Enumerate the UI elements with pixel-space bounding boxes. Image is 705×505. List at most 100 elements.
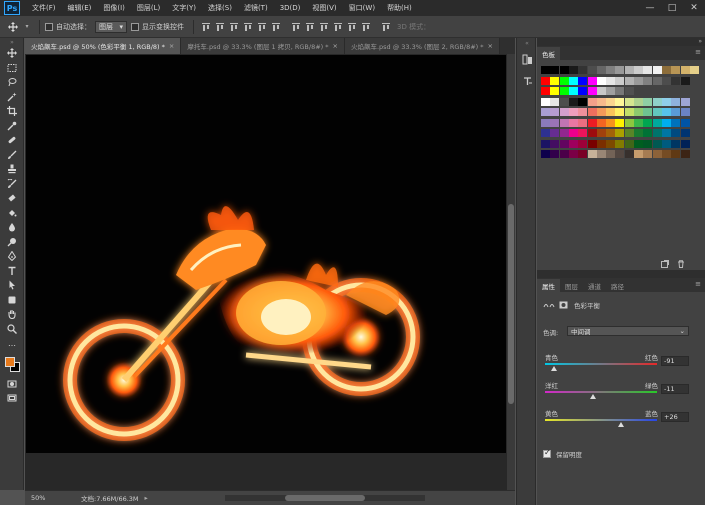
- slider-thumb[interactable]: [618, 422, 625, 427]
- color-swatch[interactable]: [680, 139, 690, 148]
- slider-value-field[interactable]: -11: [661, 384, 689, 394]
- magic-wand-tool-icon[interactable]: [0, 90, 24, 105]
- color-swatch[interactable]: [541, 76, 550, 85]
- color-swatch[interactable]: [624, 76, 634, 85]
- color-swatch[interactable]: [634, 66, 643, 74]
- layer-mask-icon[interactable]: [559, 301, 568, 309]
- panel-menu-icon[interactable]: ≡: [695, 280, 701, 288]
- align-bottom-icon[interactable]: [229, 22, 239, 32]
- close-icon[interactable]: ×: [333, 42, 338, 50]
- color-swatch[interactable]: [578, 150, 588, 158]
- color-swatch[interactable]: [559, 139, 569, 148]
- color-swatch[interactable]: [541, 108, 550, 116]
- color-swatch[interactable]: [643, 76, 653, 85]
- slider-track[interactable]: [545, 391, 657, 393]
- screen-mode-icon[interactable]: [0, 391, 24, 406]
- color-swatch[interactable]: [634, 129, 643, 137]
- auto-align-icon[interactable]: [381, 22, 391, 32]
- color-swatch[interactable]: [661, 97, 671, 106]
- color-swatch[interactable]: [578, 129, 588, 137]
- color-swatch[interactable]: [578, 76, 588, 85]
- close-icon[interactable]: ×: [169, 42, 174, 50]
- color-swatch[interactable]: [541, 129, 550, 137]
- color-swatch[interactable]: [578, 118, 588, 127]
- color-swatch[interactable]: [596, 87, 606, 95]
- paint-bucket-tool-icon[interactable]: [0, 206, 24, 221]
- blur-tool-icon[interactable]: [0, 220, 24, 235]
- horizontal-scrollbar[interactable]: [225, 495, 425, 501]
- color-swatch[interactable]: [541, 87, 550, 95]
- color-swatch[interactable]: [680, 129, 690, 137]
- scrollbar-thumb[interactable]: [508, 204, 514, 404]
- color-swatch[interactable]: [568, 97, 578, 106]
- color-swatch[interactable]: [578, 66, 588, 74]
- color-swatch[interactable]: [568, 87, 578, 95]
- color-swatch[interactable]: [606, 76, 616, 85]
- color-swatch[interactable]: [559, 118, 569, 127]
- color-swatch[interactable]: [541, 66, 550, 74]
- new-swatch-icon[interactable]: [661, 260, 669, 268]
- distribute-left-icon[interactable]: [333, 22, 343, 32]
- history-brush-tool-icon[interactable]: [0, 177, 24, 192]
- menu-3d[interactable]: 3D(D): [274, 4, 307, 12]
- color-swatch[interactable]: [587, 108, 597, 116]
- history-panel-icon[interactable]: [517, 48, 537, 70]
- color-swatch[interactable]: [550, 118, 560, 127]
- align-top-icon[interactable]: [201, 22, 211, 32]
- chevron-down-icon[interactable]: ▾: [22, 22, 32, 32]
- color-swatch[interactable]: [568, 150, 578, 158]
- color-swatch[interactable]: [680, 66, 690, 74]
- vertical-scrollbar[interactable]: [507, 54, 515, 490]
- color-swatch[interactable]: [568, 129, 578, 137]
- crop-tool-icon[interactable]: [0, 104, 24, 119]
- shape-tool-icon[interactable]: [0, 293, 24, 308]
- move-tool-icon[interactable]: [8, 21, 18, 32]
- tab-properties[interactable]: 属性: [537, 279, 560, 292]
- color-swatch[interactable]: [652, 108, 662, 116]
- color-swatch[interactable]: [568, 108, 578, 116]
- slider-thumb[interactable]: [550, 366, 557, 371]
- tab-layers[interactable]: 图层: [560, 279, 583, 292]
- menu-type[interactable]: 文字(Y): [166, 3, 202, 13]
- tab-swatches[interactable]: 色板: [537, 47, 560, 60]
- slider-thumb[interactable]: [590, 394, 597, 399]
- color-swatch[interactable]: [624, 108, 634, 116]
- color-swatch[interactable]: [568, 139, 578, 148]
- marquee-tool-icon[interactable]: [0, 61, 24, 76]
- color-swatch[interactable]: [661, 129, 671, 137]
- color-swatch[interactable]: [596, 66, 606, 74]
- color-swatch[interactable]: [596, 129, 606, 137]
- tab-channels[interactable]: 通道: [583, 279, 606, 292]
- color-swatch[interactable]: [587, 139, 597, 148]
- color-swatch[interactable]: [606, 129, 616, 137]
- slider-track[interactable]: [545, 363, 657, 365]
- color-swatch[interactable]: [680, 150, 690, 158]
- lasso-tool-icon[interactable]: [0, 75, 24, 90]
- brush-tool-icon[interactable]: [0, 148, 24, 163]
- color-swatch[interactable]: [550, 108, 560, 116]
- color-swatch[interactable]: [671, 108, 681, 116]
- color-swatch[interactable]: [671, 97, 681, 106]
- color-swatch[interactable]: [550, 150, 560, 158]
- color-swatch[interactable]: [568, 66, 578, 74]
- color-swatch[interactable]: [550, 139, 560, 148]
- color-swatch[interactable]: [578, 108, 588, 116]
- color-swatch[interactable]: [643, 150, 653, 158]
- preserve-luminosity-checkbox[interactable]: ✓: [543, 448, 551, 458]
- foreground-color-swatch[interactable]: [5, 356, 15, 367]
- character-panel-icon[interactable]: [517, 70, 537, 92]
- align-hcenter-icon[interactable]: [257, 22, 267, 32]
- color-swatch[interactable]: [587, 150, 597, 158]
- quick-mask-icon[interactable]: [0, 377, 24, 392]
- color-swatch[interactable]: [615, 139, 625, 148]
- hand-tool-icon[interactable]: [0, 307, 24, 322]
- align-left-icon[interactable]: [243, 22, 253, 32]
- color-swatch[interactable]: [661, 66, 671, 74]
- color-swatch[interactable]: [587, 87, 597, 95]
- color-swatch[interactable]: [559, 87, 569, 95]
- color-swatch[interactable]: [634, 118, 643, 127]
- color-swatch[interactable]: [680, 118, 690, 127]
- color-swatch[interactable]: [550, 129, 560, 137]
- distribute-hcenter-icon[interactable]: [347, 22, 357, 32]
- color-swatch[interactable]: [661, 76, 671, 85]
